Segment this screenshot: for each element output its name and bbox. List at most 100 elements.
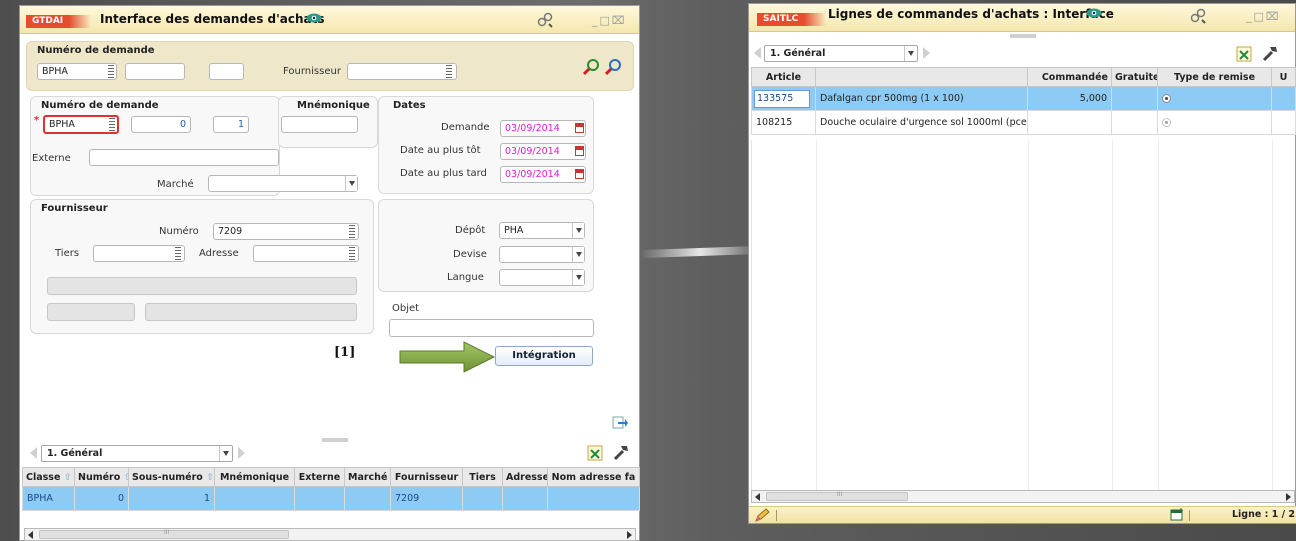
calendar-icon[interactable] bbox=[575, 146, 584, 156]
cell-u[interactable] bbox=[1271, 86, 1296, 111]
column-header[interactable]: U bbox=[1271, 67, 1296, 87]
sort-icon[interactable]: ⇧ bbox=[60, 472, 72, 483]
view-tab-select[interactable]: 1. Général bbox=[41, 445, 233, 462]
chevron-down-icon[interactable] bbox=[345, 176, 357, 191]
calendar-icon[interactable] bbox=[575, 169, 584, 179]
scroll-right-icon[interactable] bbox=[627, 531, 632, 539]
cell-sous-numero[interactable]: 1 bbox=[128, 486, 215, 511]
previous-arrow-icon[interactable] bbox=[30, 447, 37, 459]
filter-number-input[interactable] bbox=[125, 63, 185, 80]
link-icon[interactable] bbox=[1190, 8, 1206, 24]
cell-type-remise[interactable] bbox=[1157, 110, 1272, 135]
spinner-icon[interactable] bbox=[446, 65, 452, 78]
cell-nom-adresse[interactable] bbox=[547, 486, 640, 511]
resize-grip[interactable] bbox=[322, 438, 348, 442]
spinner-icon[interactable] bbox=[108, 65, 114, 78]
eye-icon[interactable] bbox=[306, 13, 322, 23]
excel-export-icon[interactable] bbox=[1236, 46, 1252, 62]
filter-supplier-input[interactable] bbox=[347, 63, 457, 80]
request-number-input[interactable]: 0 bbox=[131, 116, 191, 133]
chevron-down-icon[interactable] bbox=[572, 270, 584, 285]
mnemonic-input[interactable] bbox=[281, 116, 358, 133]
cell-mnemonique[interactable] bbox=[214, 486, 295, 511]
column-header[interactable]: Marché bbox=[344, 467, 391, 487]
sort-icon[interactable]: ⇧ bbox=[120, 472, 128, 483]
horizontal-scrollbar[interactable] bbox=[751, 490, 1295, 503]
radio-button[interactable] bbox=[1162, 94, 1171, 103]
column-header[interactable]: Nom adresse fa bbox=[547, 467, 640, 487]
cell-commandee[interactable] bbox=[1027, 110, 1112, 135]
calendar-icon[interactable] bbox=[575, 123, 584, 133]
cell-numero[interactable]: 0 bbox=[74, 486, 129, 511]
column-header[interactable]: Sous-numéro ⇧ bbox=[128, 467, 215, 487]
filter-class-input[interactable]: BPHA bbox=[37, 63, 117, 80]
spinner-icon[interactable] bbox=[175, 247, 181, 260]
column-header[interactable]: Commandée bbox=[1027, 67, 1112, 87]
cell-commandee[interactable]: 5,000 bbox=[1027, 86, 1112, 111]
column-header[interactable]: Numéro ⇧ bbox=[74, 467, 129, 487]
column-header[interactable]: Article bbox=[751, 67, 816, 87]
horizontal-scrollbar[interactable] bbox=[24, 528, 636, 541]
table-row[interactable]: BPHA 0 1 7209 bbox=[22, 486, 640, 511]
supplier-numero-input[interactable]: 7209 bbox=[213, 223, 359, 240]
chevron-down-icon[interactable] bbox=[572, 247, 584, 262]
marche-select[interactable] bbox=[208, 175, 358, 192]
tiers-input[interactable] bbox=[93, 245, 185, 262]
next-arrow-icon[interactable] bbox=[238, 447, 245, 459]
cell-classe[interactable]: BPHA bbox=[22, 486, 75, 511]
settings-tool-icon[interactable] bbox=[1261, 44, 1279, 62]
resize-grip[interactable] bbox=[1010, 34, 1036, 38]
scrollbar-thumb[interactable] bbox=[39, 529, 289, 539]
externe-input[interactable] bbox=[89, 149, 279, 166]
scroll-left-icon[interactable] bbox=[28, 531, 33, 539]
previous-arrow-icon[interactable] bbox=[754, 47, 761, 59]
export-icon[interactable] bbox=[612, 414, 628, 430]
column-header[interactable]: Mnémonique bbox=[214, 467, 295, 487]
cell-marche[interactable] bbox=[344, 486, 391, 511]
integration-button[interactable]: Intégration bbox=[495, 346, 593, 366]
window-controls[interactable]: _□⌧ bbox=[1246, 10, 1281, 23]
article-edit-input[interactable]: 133575 bbox=[754, 89, 810, 108]
adresse-input[interactable] bbox=[253, 245, 359, 262]
chevron-down-icon[interactable] bbox=[904, 46, 916, 61]
table-row[interactable]: 133575 Dafalgan cpr 500mg (1 x 100) 5,00… bbox=[751, 86, 1296, 111]
cell-designation[interactable]: Dafalgan cpr 500mg (1 x 100) bbox=[815, 86, 1028, 111]
column-header[interactable] bbox=[815, 67, 1028, 87]
request-subnumber-input[interactable]: 1 bbox=[213, 116, 249, 133]
calendar-add-icon[interactable] bbox=[1170, 508, 1184, 521]
request-class-input[interactable]: BPHA bbox=[43, 115, 119, 134]
cell-fournisseur[interactable]: 7209 bbox=[390, 486, 463, 511]
window-controls[interactable]: _□⌧ bbox=[592, 14, 627, 27]
spinner-icon[interactable] bbox=[109, 118, 115, 131]
cell-designation[interactable]: Douche oculaire d'urgence sol 1000ml (pc… bbox=[815, 110, 1028, 135]
search-icon[interactable] bbox=[605, 58, 623, 76]
column-header[interactable]: Classe ⇧ bbox=[22, 467, 75, 487]
spinner-icon[interactable] bbox=[349, 225, 355, 238]
cell-u[interactable] bbox=[1271, 110, 1296, 135]
cell-tiers[interactable] bbox=[462, 486, 503, 511]
column-header[interactable]: Adresse bbox=[502, 467, 548, 487]
chevron-down-icon[interactable] bbox=[219, 446, 231, 461]
pencil-icon[interactable] bbox=[755, 508, 770, 522]
column-header[interactable]: Type de remise bbox=[1157, 67, 1272, 87]
cell-article[interactable]: 133575 bbox=[751, 86, 816, 111]
column-header[interactable]: Gratuite bbox=[1111, 67, 1158, 87]
column-header[interactable]: Tiers bbox=[462, 467, 503, 487]
title-bar[interactable]: SAITLC Lignes de commandes d'achats : In… bbox=[749, 4, 1295, 32]
cell-adresse[interactable] bbox=[502, 486, 548, 511]
scroll-left-icon[interactable] bbox=[755, 493, 760, 501]
link-icon[interactable] bbox=[537, 12, 553, 28]
scroll-right-icon[interactable] bbox=[1286, 493, 1291, 501]
excel-export-icon[interactable] bbox=[587, 445, 603, 461]
cell-gratuite[interactable] bbox=[1111, 110, 1158, 135]
objet-input[interactable] bbox=[389, 319, 594, 337]
cell-gratuite[interactable] bbox=[1111, 86, 1158, 111]
next-arrow-icon[interactable] bbox=[923, 47, 930, 59]
eye-icon[interactable] bbox=[1086, 8, 1102, 18]
table-row[interactable]: 108215 Douche oculaire d'urgence sol 100… bbox=[751, 110, 1296, 135]
radio-button[interactable] bbox=[1162, 118, 1171, 127]
date-tot-input[interactable]: 03/09/2014 bbox=[500, 143, 586, 160]
cell-type-remise[interactable] bbox=[1157, 86, 1272, 111]
spinner-icon[interactable] bbox=[349, 247, 355, 260]
settings-tool-icon[interactable] bbox=[612, 443, 630, 461]
